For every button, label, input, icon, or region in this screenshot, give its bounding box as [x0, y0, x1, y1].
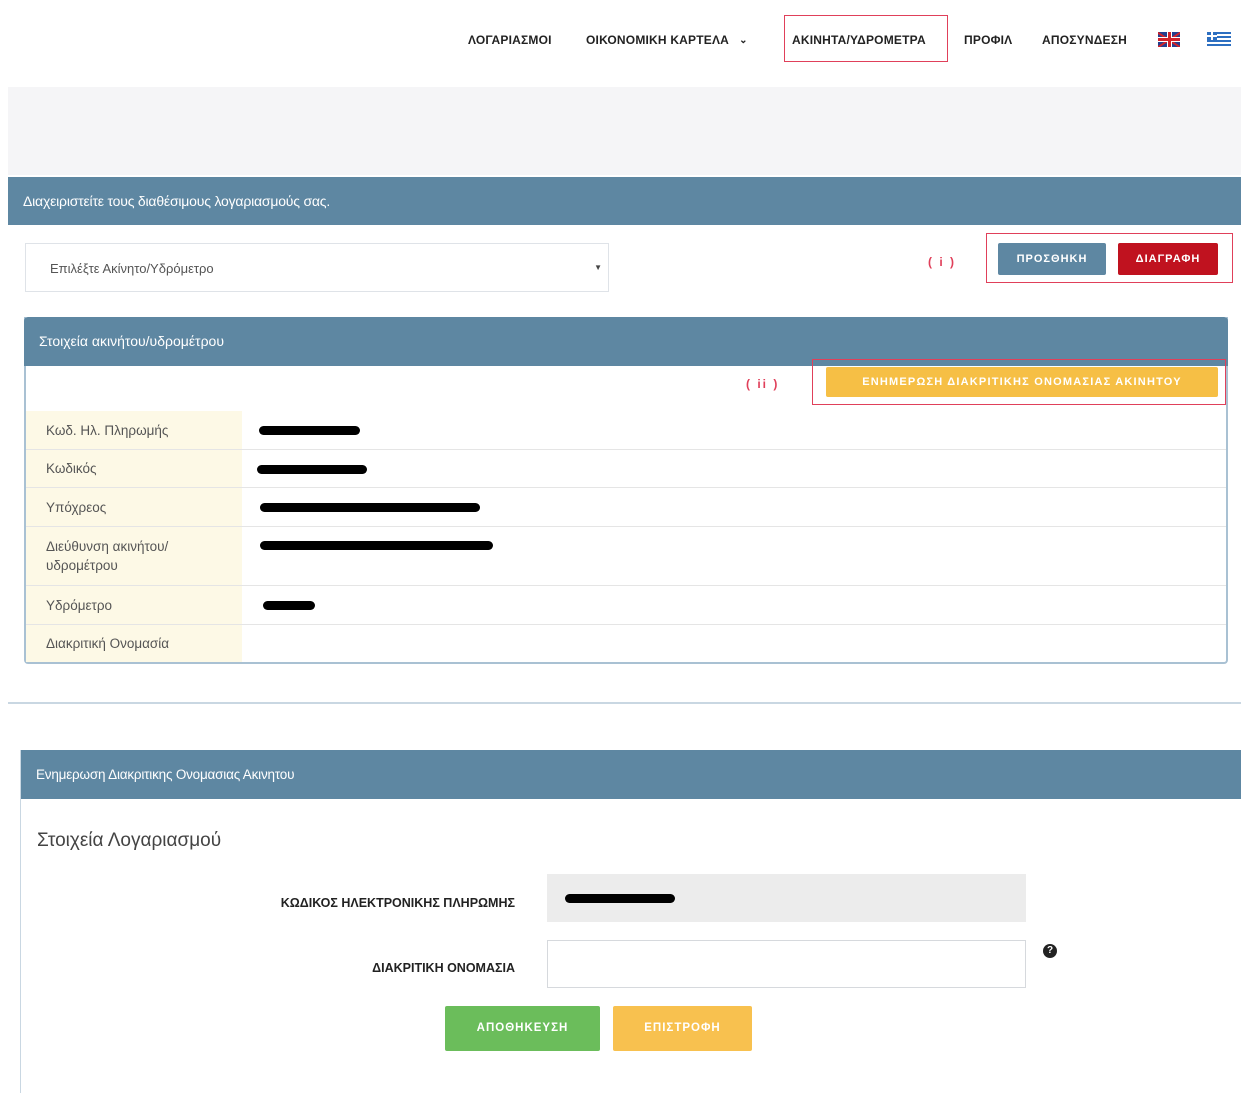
nav-accounts[interactable]: ΛΟΓΑΡΙΑΣΜΟΙ	[468, 33, 552, 47]
detail-row-address: Διεύθυνση ακινήτου/ υδρομέτρου	[26, 527, 1226, 586]
detail-label: Κωδικός	[46, 461, 97, 476]
detail-label: Διακριτική Ονομασία	[46, 636, 170, 651]
redacted-value	[260, 503, 480, 512]
nav-logout[interactable]: ΑΠΟΣΥΝΔΕΣΗ	[1042, 33, 1127, 47]
payment-code-field	[547, 874, 1026, 922]
marker-ii: ( ii )	[746, 377, 780, 391]
uk-flag-icon[interactable]	[1158, 32, 1180, 47]
greek-flag-icon[interactable]	[1207, 32, 1231, 48]
detail-row-payment-code: Κωδ. Ηλ. Πληρωμής	[26, 411, 1226, 450]
nav-properties[interactable]: ΑΚΙΝΗΤΑ/ΥΔΡΟΜΕΤΡΑ	[792, 33, 926, 47]
detail-row-owner: Υπόχρεος	[26, 488, 1226, 527]
detail-row-distinctive-name: Διακριτική Ονομασία	[26, 625, 1226, 662]
accounts-panel-header: Διαχειριστείτε τους διαθέσιμους λογαριασ…	[8, 177, 1241, 225]
account-details-title: Στοιχεία Λογαριασμού	[37, 830, 222, 851]
property-select-placeholder: Επιλέξτε Ακίνητο/Υδρόμετρο	[50, 261, 214, 276]
redacted-value	[260, 541, 493, 550]
nav-financial-label: ΟΙΚΟΝΟΜΙΚΗ ΚΑΡΤΕΛΑ	[586, 33, 730, 47]
caret-down-icon: ▼	[594, 263, 602, 272]
update-name-button[interactable]: ΕΝΗΜΕΡΩΣΗ ΔΙΑΚΡΙΤΙΚΗΣ ΟΝΟΜΑΣΙΑΣ ΑΚΙΝΗΤΟΥ	[826, 367, 1218, 397]
redacted-value	[263, 601, 315, 610]
detail-label: Υπόχρεος	[46, 500, 107, 515]
marker-i: ( i )	[928, 255, 956, 269]
chevron-down-icon: ⌄	[739, 35, 748, 46]
delete-button[interactable]: ΔΙΑΓΡΑΦΗ	[1118, 243, 1218, 275]
save-button[interactable]: ΑΠΟΘΗΚΕΥΣΗ	[445, 1006, 600, 1051]
distinctive-name-label: ΔΙΑΚΡΙΤΙΚΗ ΟΝΟΜΑΣΙΑ	[372, 961, 515, 975]
top-navigation: ΛΟΓΑΡΙΑΣΜΟΙ ΟΙΚΟΝΟΜΙΚΗ ΚΑΡΤΕΛΑ ⌄ ΑΚΙΝΗΤΑ/…	[0, 0, 1241, 84]
detail-label: Κωδ. Ηλ. Πληρωμής	[46, 423, 169, 438]
detail-row-meter: Υδρόμετρο	[26, 586, 1226, 625]
back-button[interactable]: ΕΠΙΣΤΡΟΦΗ	[613, 1006, 752, 1051]
help-icon[interactable]: ?	[1043, 944, 1057, 958]
redacted-value	[259, 426, 360, 435]
nav-profile[interactable]: ΠΡΟΦΙΛ	[964, 33, 1012, 47]
detail-label: Υδρόμετρο	[46, 598, 113, 613]
distinctive-name-input[interactable]	[547, 940, 1026, 988]
redacted-value	[257, 465, 367, 474]
update-name-panel-header: Ενημερωση Διακριτικης Ονομασιας Ακινητου	[21, 750, 1241, 799]
add-button[interactable]: ΠΡΟΣΘΗΚΗ	[998, 243, 1106, 275]
nav-financial[interactable]: ΟΙΚΟΝΟΜΙΚΗ ΚΑΡΤΕΛΑ ⌄	[586, 33, 748, 47]
detail-row-code: Κωδικός	[26, 450, 1226, 488]
payment-code-label: ΚΩΔΙΚΟΣ ΗΛΕΚΤΡΟΝΙΚΗΣ ΠΛΗΡΩΜΗΣ	[280, 896, 515, 910]
redacted-value	[565, 894, 675, 903]
gray-band	[8, 87, 1241, 175]
detail-label: Διεύθυνση ακινήτου/ υδρομέτρου	[46, 539, 169, 573]
property-select[interactable]: Επιλέξτε Ακίνητο/Υδρόμετρο ▼	[25, 243, 609, 292]
